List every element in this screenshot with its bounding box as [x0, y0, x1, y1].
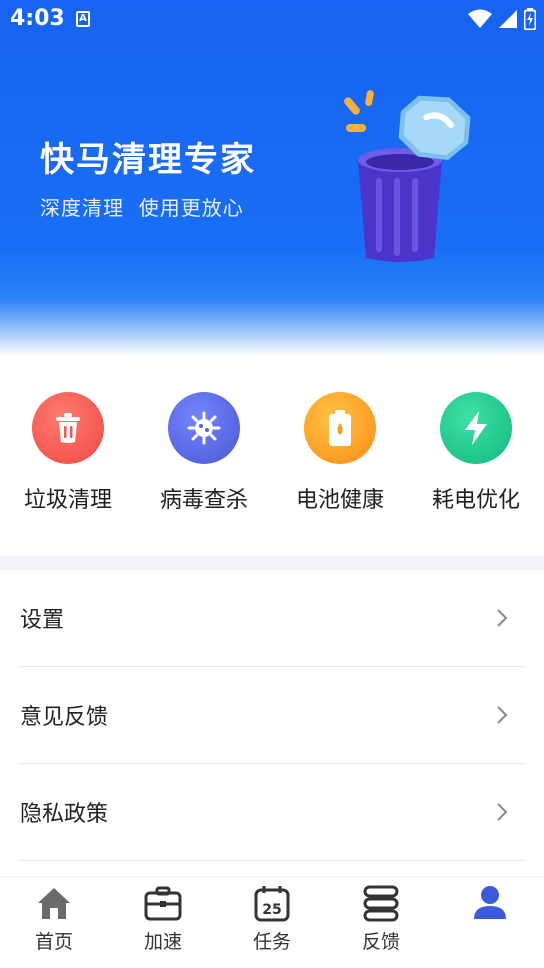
nav-label: 反馈 [361, 931, 400, 953]
battery-icon [524, 8, 536, 30]
feature-junk-clean[interactable]: 垃圾清理 [0, 392, 136, 514]
briefcase-icon [144, 886, 182, 921]
chevron-right-icon [497, 706, 508, 724]
nav-label: 首页 [34, 931, 73, 953]
feature-label: 耗电优化 [431, 488, 520, 513]
bolt-icon [440, 392, 512, 464]
stack-icon [363, 885, 399, 922]
nav-speedup[interactable]: 加速 [109, 883, 217, 954]
home-icon [38, 888, 70, 919]
menu-item-label: 意见反馈 [20, 705, 109, 730]
app-subtitle: 深度清理 使用更放心 [40, 196, 244, 220]
menu-item-feedback[interactable]: 意见反馈 [18, 667, 526, 764]
chevron-right-icon [497, 803, 508, 821]
feature-virus-scan[interactable]: 病毒查杀 [136, 392, 272, 514]
feature-power-optimize[interactable]: 耗电优化 [408, 392, 544, 514]
status-icons [468, 8, 536, 30]
feature-label: 垃圾清理 [23, 488, 112, 513]
status-time: 4:03 [10, 6, 65, 31]
battery-icon [304, 392, 376, 464]
a-icon: A [76, 11, 90, 27]
signal-icon [499, 10, 517, 28]
menu-item-privacy[interactable]: 隐私政策 [18, 764, 526, 861]
app-title: 快马清理专家 [40, 140, 256, 180]
feature-battery-health[interactable]: 电池健康 [272, 392, 408, 514]
nav-home[interactable]: 首页 [0, 883, 108, 954]
feature-grid: 垃圾清理 病毒查杀 电池健康 耗电优化 [0, 356, 544, 556]
settings-menu: 设置 意见反馈 隐私政策 [0, 570, 544, 861]
status-bar: 4:03 A [0, 0, 544, 40]
bottom-navigation: 首页 加速 25 任务 反馈 [0, 876, 544, 968]
menu-item-settings[interactable]: 设置 [18, 570, 526, 667]
feature-label: 电池健康 [295, 488, 384, 513]
hero-banner: 4:03 A 快马清理专家 深度清理 使用更放心 [0, 0, 544, 356]
nav-profile[interactable] [436, 883, 544, 927]
section-divider [0, 556, 544, 570]
virus-icon [168, 392, 240, 464]
trash-icon [32, 392, 104, 464]
chevron-right-icon [497, 609, 508, 627]
calendar-icon: 25 [254, 886, 290, 922]
menu-item-label: 设置 [20, 608, 65, 633]
nav-tasks[interactable]: 25 任务 [218, 883, 326, 954]
wifi-icon [468, 9, 492, 28]
nav-feedback[interactable]: 反馈 [327, 883, 435, 954]
menu-item-label: 隐私政策 [20, 802, 109, 827]
trash-can-illustration [344, 90, 471, 262]
profile-icon [474, 886, 506, 919]
calendar-day: 25 [262, 902, 281, 918]
nav-label: 任务 [252, 931, 291, 953]
nav-label: 加速 [143, 931, 182, 953]
feature-label: 病毒查杀 [159, 488, 248, 513]
